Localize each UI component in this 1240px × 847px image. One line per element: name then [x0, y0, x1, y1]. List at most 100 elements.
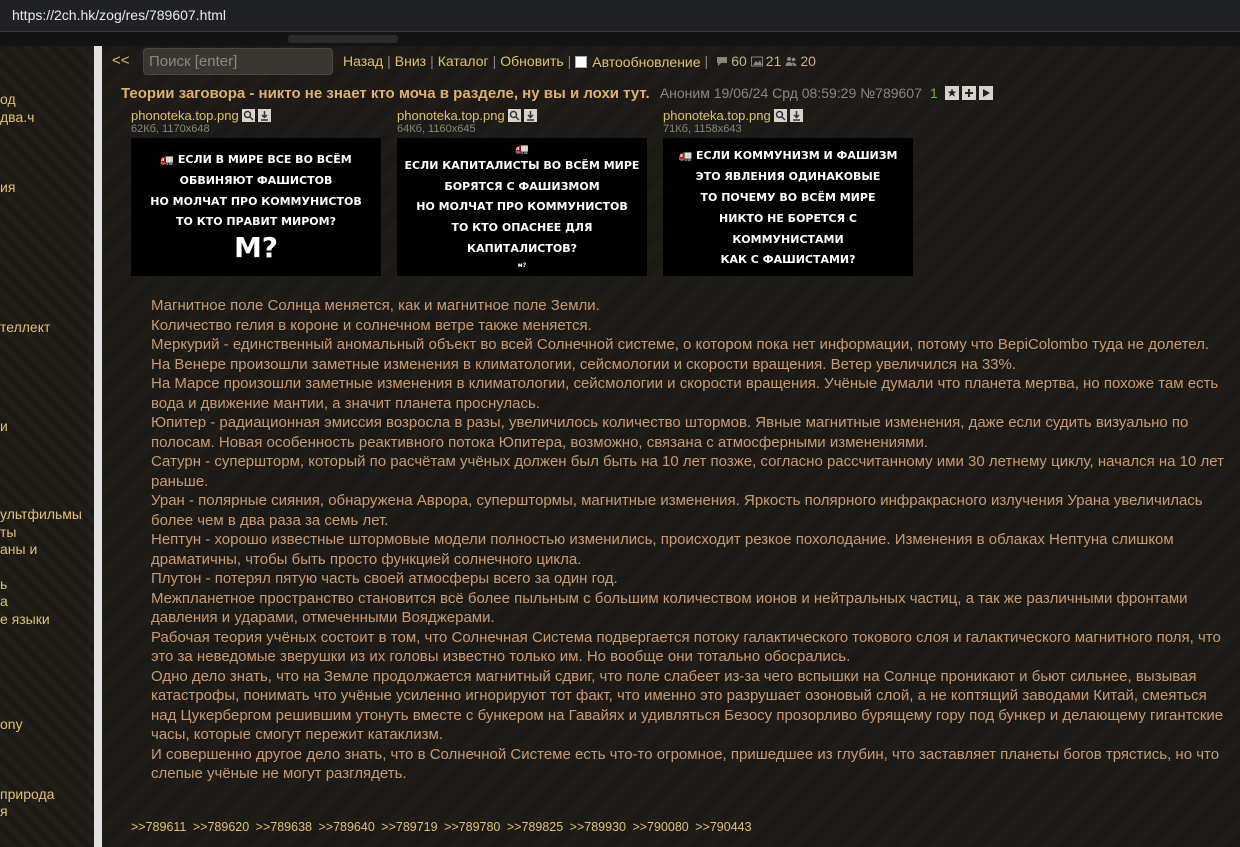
image-file-info: 64Кб, 1160x645 [397, 123, 476, 135]
sidebar-board-link[interactable]: а [0, 593, 8, 609]
meme-line: ОБВИНЯЮТ ФАШИСТОВ [179, 173, 333, 187]
reply-link[interactable]: >>789719 [381, 820, 437, 834]
thread-nav: << Назад|Вниз|Каталог|Обновить|Автообнов… [102, 46, 1240, 76]
favorite-star-icon[interactable] [945, 86, 960, 100]
reply-link[interactable]: >>789640 [318, 820, 374, 834]
autoupdate-toggle[interactable]: Автообновление [575, 54, 701, 70]
search-image-icon[interactable] [241, 109, 255, 122]
search-input[interactable] [143, 48, 333, 75]
meme-line: 🚛 [515, 142, 529, 156]
sidebar-board-link[interactable]: ony [0, 716, 23, 732]
reply-count[interactable]: 1 [930, 85, 938, 101]
post-paragraph: На Венере произошли заметные изменения в… [151, 355, 1017, 373]
meme-line: НИКТО НЕ БОРЕТСЯ С КОММУНИСТАМИ [719, 211, 857, 246]
nav-link-refresh[interactable]: Обновить [500, 53, 563, 69]
autoupdate-label[interactable]: Автообновление [592, 54, 700, 70]
reply-link[interactable]: >>789930 [570, 820, 626, 834]
sidebar-board-link[interactable]: аны и [0, 541, 37, 557]
image-file-info: 71Кб, 1158x643 [663, 123, 742, 135]
attached-image-1: phonoteka.top.png 62Кб, 1170x648 🚛 ЕСЛИ … [131, 108, 381, 276]
image-file-info: 62Кб, 1170x648 [131, 123, 210, 135]
post-paragraph: Одно дело знать, что на Земле продолжает… [151, 667, 1224, 744]
posters-count-icon [785, 57, 797, 66]
board-list-sidebar: од два.ч ия теллект и ультфильмы ты аны … [0, 46, 94, 847]
sidebar-board-link[interactable]: ия [0, 179, 15, 195]
meme-line: ТО КТО ОПАСНЕЕ ДЛЯ КАПИТАЛИСТОВ? [451, 221, 593, 256]
post-paragraph: Рабочая теория учёных состоит в том, что… [151, 628, 1221, 666]
search-image-icon[interactable] [507, 109, 521, 122]
reply-link[interactable]: >>790443 [695, 820, 751, 834]
reply-link[interactable]: >>790080 [632, 820, 688, 834]
post-paragraph: На Марсе произошли заметные изменения в … [151, 375, 1219, 412]
browser-url-bar[interactable]: https://2ch.hk/zog/res/789607.html [0, 0, 1240, 32]
post-meta[interactable]: Аноним 19/06/24 Срд 08:59:29 №789607 [660, 85, 922, 101]
sidebar-divider[interactable] [94, 46, 102, 847]
meme-line: БОРЯТСЯ С ФАШИЗМОМ [444, 179, 600, 193]
search-image-icon[interactable] [773, 109, 787, 122]
meme-line: ЕСЛИ КАПИТАЛИСТЫ ВО ВСЁМ МИРЕ [404, 158, 640, 172]
bookmark-bar [0, 32, 1240, 46]
image-filename[interactable]: phonoteka.top.png [397, 108, 505, 123]
sidebar-board-link[interactable]: два.ч [0, 109, 34, 125]
download-icon[interactable] [523, 109, 537, 122]
sidebar-board-link[interactable]: од [0, 91, 16, 107]
meme-line: ТО КТО ПРАВИТ МИРОМ? [176, 215, 336, 229]
meme-line: НО МОЛЧАТ ПРО КОММУНИСТОВ [416, 200, 628, 214]
attached-image-2: phonoteka.top.png 64Кб, 1160x645 🚛 ЕСЛИ … [397, 108, 647, 276]
url-text[interactable]: https://2ch.hk/zog/res/789607.html [12, 7, 226, 23]
play-arrow-icon[interactable] [979, 86, 994, 100]
image-filename[interactable]: phonoteka.top.png [131, 108, 239, 123]
posts-count-icon [717, 57, 728, 66]
image-thumbnail[interactable]: 🚛 ЕСЛИ КОММУНИЗМ И ФАШИЗМ ЭТО ЯВЛЕНИЯ ОД… [663, 138, 913, 276]
meme-line: НО МОЛЧАТ ПРО КОММУНИСТОВ [150, 194, 362, 208]
reply-link[interactable]: >>789825 [507, 820, 563, 834]
sidebar-board-link[interactable]: я [0, 803, 8, 819]
post-paragraph: Меркурий - единственный аномальный объек… [151, 336, 1210, 353]
bookmark-item[interactable] [288, 35, 398, 43]
post-paragraph: Сатурн - супершторм, который по расчётам… [151, 453, 1224, 490]
reply-link[interactable]: >>789638 [256, 820, 312, 834]
autoupdate-checkbox[interactable] [575, 56, 588, 69]
post-paragraph: Юпитер - радиационная эмиссия возросла в… [151, 414, 1189, 451]
nav-link-down[interactable]: Вниз [395, 53, 426, 69]
post-paragraph: Межпланетное пространство становится всё… [151, 589, 1188, 627]
download-icon[interactable] [257, 109, 271, 122]
thread-subject: Теории заговора - никто не знает кто моч… [121, 85, 650, 102]
post-paragraph: Нептун - хорошо известные штормовые моде… [151, 531, 1174, 568]
post-paragraph: И совершенно другое дело знать, что в Со… [151, 745, 1220, 783]
meme-big-text: М? [233, 231, 279, 265]
posts-count: 60 [731, 53, 747, 69]
image-filename[interactable]: phonoteka.top.png [663, 108, 771, 123]
nav-link-back[interactable]: Назад [343, 53, 383, 69]
options-icon[interactable] [962, 86, 977, 100]
nav-link-catalog[interactable]: Каталог [438, 53, 489, 69]
images-count-icon [750, 56, 763, 67]
sidebar-board-link[interactable]: ты [0, 524, 16, 540]
image-thumbnail[interactable]: 🚛 ЕСЛИ В МИРЕ ВСЕ ВО ВСЁМ ОБВИНЯЮТ ФАШИС… [131, 138, 381, 276]
image-thumbnail[interactable]: 🚛 ЕСЛИ КАПИТАЛИСТЫ ВО ВСЁМ МИРЕ БОРЯТСЯ … [397, 138, 647, 276]
download-icon[interactable] [789, 109, 803, 122]
posters-count: 20 [800, 53, 816, 69]
thread-view: << Назад|Вниз|Каталог|Обновить|Автообнов… [102, 46, 1240, 847]
sidebar-board-link[interactable]: теллект [0, 319, 50, 335]
meme-line: 🚛 ЕСЛИ КОММУНИЗМ И ФАШИЗМ [678, 149, 898, 162]
sidebar-board-link[interactable]: природа [0, 786, 54, 802]
meme-line: ТО ПОЧЕМУ ВО ВСЁМ МИРЕ [700, 190, 876, 204]
reply-link[interactable]: >>789780 [444, 820, 500, 834]
op-post-header: Теории заговора - никто не знает кто моч… [121, 85, 994, 102]
post-paragraph: Количество гелия в короне и солнечном ве… [151, 316, 592, 334]
post-paragraph: Уран - полярные сияния, обнаружена Аврор… [151, 492, 1203, 529]
sidebar-board-link[interactable]: и [0, 418, 8, 434]
sidebar-board-link[interactable]: е языки [0, 611, 50, 627]
meme-line: ЭТО ЯВЛЕНИЯ ОДИНАКОВЫЕ [695, 169, 881, 183]
reply-link[interactable]: >>789611 [131, 820, 186, 834]
attached-image-3: phonoteka.top.png 71Кб, 1158x643 🚛 ЕСЛИ … [663, 108, 913, 276]
images-count: 21 [765, 53, 782, 69]
reply-link[interactable]: >>789620 [193, 820, 249, 834]
sidebar-board-link[interactable]: ультфильмы [0, 506, 82, 522]
meme-line: 🚛 ЕСЛИ В МИРЕ ВСЕ ВО ВСЁМ [160, 152, 352, 166]
nav-links: Назад | Вниз | Каталог | Обновить | Автообновлен… [343, 53, 816, 71]
back-arrow-link[interactable]: << [112, 52, 130, 69]
reply-links: >>789611 >>789620 >>789638 >>789640 >>78… [131, 820, 755, 834]
sidebar-board-link[interactable]: ь [0, 576, 7, 592]
